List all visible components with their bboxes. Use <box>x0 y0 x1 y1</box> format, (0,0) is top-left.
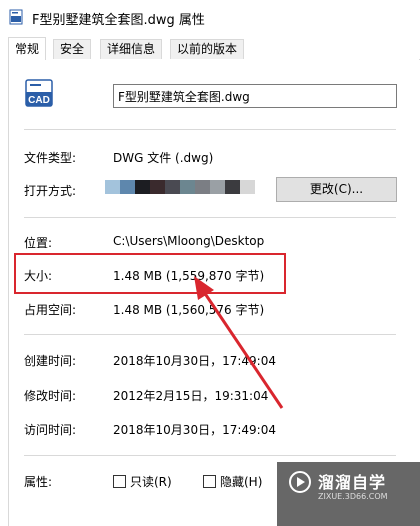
watermark-title: 溜溜自学 <box>318 473 387 492</box>
divider <box>24 129 396 130</box>
blurred-pixel <box>240 180 255 194</box>
location-value: C:\Users\Mloong\Desktop <box>113 234 265 248</box>
divider <box>24 455 396 456</box>
blurred-pixel <box>150 180 165 194</box>
tab-previous-versions[interactable]: 以前的版本 <box>170 39 245 59</box>
blurred-pixel <box>195 180 210 194</box>
blurred-pixel <box>165 180 180 194</box>
readonly-checkbox[interactable] <box>113 475 126 488</box>
disk-size-label: 占用空间: <box>24 303 77 317</box>
blurred-pixel <box>135 180 150 194</box>
modified-label: 修改时间: <box>24 389 77 403</box>
watermark-subtitle: ZIXUE.3D66.COM <box>318 492 388 501</box>
blurred-pixel <box>225 180 240 194</box>
created-value: 2018年10月30日，17:49:04 <box>113 354 276 368</box>
hidden-checkbox[interactable] <box>203 475 216 488</box>
file-type-label: 文件类型: <box>24 151 77 165</box>
divider <box>24 217 396 218</box>
file-type-value: DWG 文件 (.dwg) <box>113 151 214 165</box>
blurred-pixel <box>210 180 225 194</box>
tab-security[interactable]: 安全 <box>53 39 92 59</box>
readonly-label[interactable]: 只读(R) <box>130 473 172 490</box>
accessed-value: 2018年10月30日，17:49:04 <box>113 423 276 437</box>
blurred-pixel <box>120 180 135 194</box>
divider <box>24 334 396 335</box>
title-bar: F型别墅建筑全套图.dwg 属性 <box>0 0 420 34</box>
attributes-label: 属性: <box>24 475 53 489</box>
cad-icon-text: CAD <box>28 95 50 106</box>
created-label: 创建时间: <box>24 354 77 368</box>
file-icon <box>9 9 23 25</box>
blurred-pixel <box>180 180 195 194</box>
disk-size-value: 1.48 MB (1,560,576 字节) <box>113 303 265 317</box>
play-icon <box>297 477 305 487</box>
tab-strip: 常规 安全 详细信息 以前的版本 <box>8 37 420 60</box>
hidden-label[interactable]: 隐藏(H) <box>220 473 262 490</box>
cad-file-icon: CAD <box>25 79 53 107</box>
size-highlight-box <box>14 253 286 294</box>
change-button[interactable]: 更改(C)... <box>276 177 397 202</box>
tab-details[interactable]: 详细信息 <box>100 39 163 59</box>
open-with-app-icon <box>105 180 255 194</box>
tab-general[interactable]: 常规 <box>8 37 47 60</box>
location-label: 位置: <box>24 236 53 250</box>
blurred-pixel <box>105 180 120 194</box>
modified-value: 2012年2月15日，19:31:04 <box>113 389 269 403</box>
filename-field[interactable]: F型别墅建筑全套图.dwg <box>113 84 397 108</box>
open-with-label: 打开方式: <box>24 184 77 198</box>
accessed-label: 访问时间: <box>24 423 77 437</box>
window-title: F型别墅建筑全套图.dwg 属性 <box>32 13 205 28</box>
